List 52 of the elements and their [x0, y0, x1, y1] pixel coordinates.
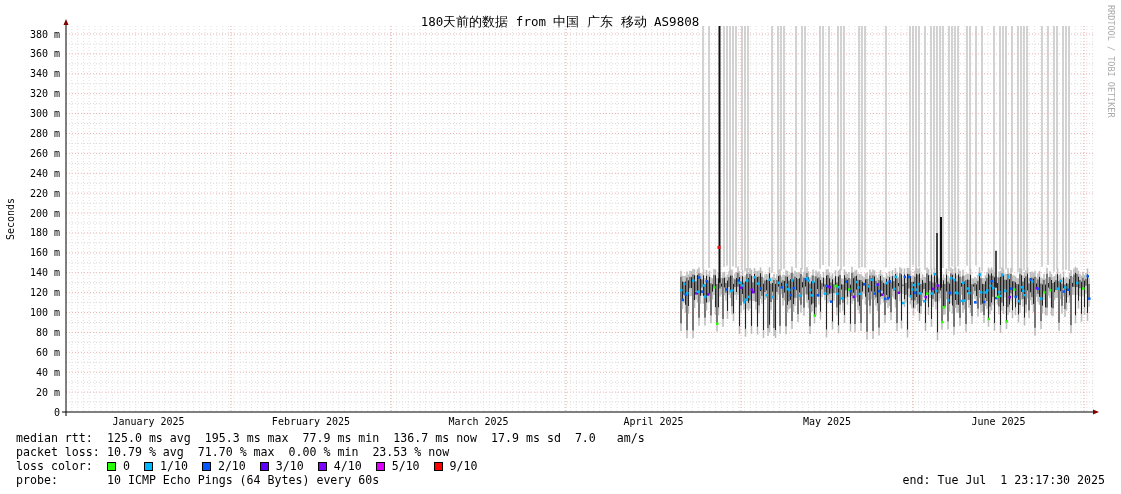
month-label: April 2025 — [623, 416, 684, 427]
stat-value: 71.70 % max — [197, 445, 275, 459]
stat-value: 17.9 ms sd — [491, 431, 561, 445]
y-tick-label: 120 m — [29, 287, 60, 299]
y-tick-label: 80 m — [35, 326, 60, 338]
y-tick-label: 60 m — [35, 346, 60, 358]
y-tick-label: 240 m — [29, 167, 60, 179]
y-tick-label: 220 m — [29, 187, 60, 199]
stat-value: 0.00 % min — [288, 445, 359, 459]
y-tick-label: 160 m — [29, 247, 60, 259]
stat-label: median rtt: — [16, 431, 94, 445]
credit-text: RRDTOOL / TOBI OETIKER — [1106, 5, 1116, 118]
legend-item-label: 4/10 — [333, 459, 362, 473]
stat-value: 136.7 ms now — [393, 431, 478, 445]
legend-label: loss color: — [16, 459, 94, 473]
legend-item-label: 0 — [123, 459, 130, 473]
y-tick-label: 380 m — [29, 28, 60, 40]
stat-value: 10.79 % avg — [107, 445, 184, 459]
month-label: May 2025 — [802, 416, 852, 427]
y-tick-label: 340 m — [29, 68, 60, 80]
chart-title: 180天前的数据 from 中国 广东 移动 AS9808 — [420, 14, 700, 29]
y-tick-label: 300 m — [29, 108, 60, 120]
month-label: January 2025 — [112, 416, 185, 427]
y-tick-label: 140 m — [29, 267, 60, 279]
stat-value: 7.0 am/s — [574, 431, 645, 445]
y-tick-label: 20 m — [35, 386, 60, 398]
stat-label: packet loss: — [16, 445, 101, 459]
stat-value: 23.53 % now — [372, 445, 450, 459]
month-label: February 2025 — [271, 416, 351, 427]
stat-value: 125.0 ms avg — [107, 431, 191, 445]
probe-value: 10 ICMP Echo Pings (64 Bytes) every 60s — [107, 473, 380, 487]
y-tick-label: 360 m — [29, 48, 60, 60]
legend-item-label: 5/10 — [391, 459, 420, 473]
y-tick-label: 280 m — [29, 127, 60, 139]
y-tick-label: 40 m — [35, 366, 60, 378]
legend-item-label: 3/10 — [275, 459, 304, 473]
end-time: end: Tue Jul 1 23:17:30 2025 — [902, 473, 1105, 487]
y-tick-label: 180 m — [29, 227, 60, 239]
probe-label: probe: — [16, 473, 59, 487]
y-tick-label: 260 m — [29, 147, 60, 159]
y-tick-label: 320 m — [29, 88, 60, 100]
month-label: March 2025 — [448, 416, 509, 427]
y-tick-label: 100 m — [29, 307, 60, 319]
legend-item-label: 2/10 — [217, 459, 246, 473]
legend-item-label: 9/10 — [449, 459, 478, 473]
stat-value: 77.9 ms min — [302, 431, 380, 445]
y-axis-title: Seconds — [5, 197, 16, 241]
y-tick-label: 200 m — [29, 207, 60, 219]
month-label: June 2025 — [971, 416, 1026, 427]
y-tick-label: 0 — [53, 406, 60, 418]
stat-value: 195.3 ms max — [204, 431, 289, 445]
legend-item-label: 1/10 — [160, 459, 188, 473]
